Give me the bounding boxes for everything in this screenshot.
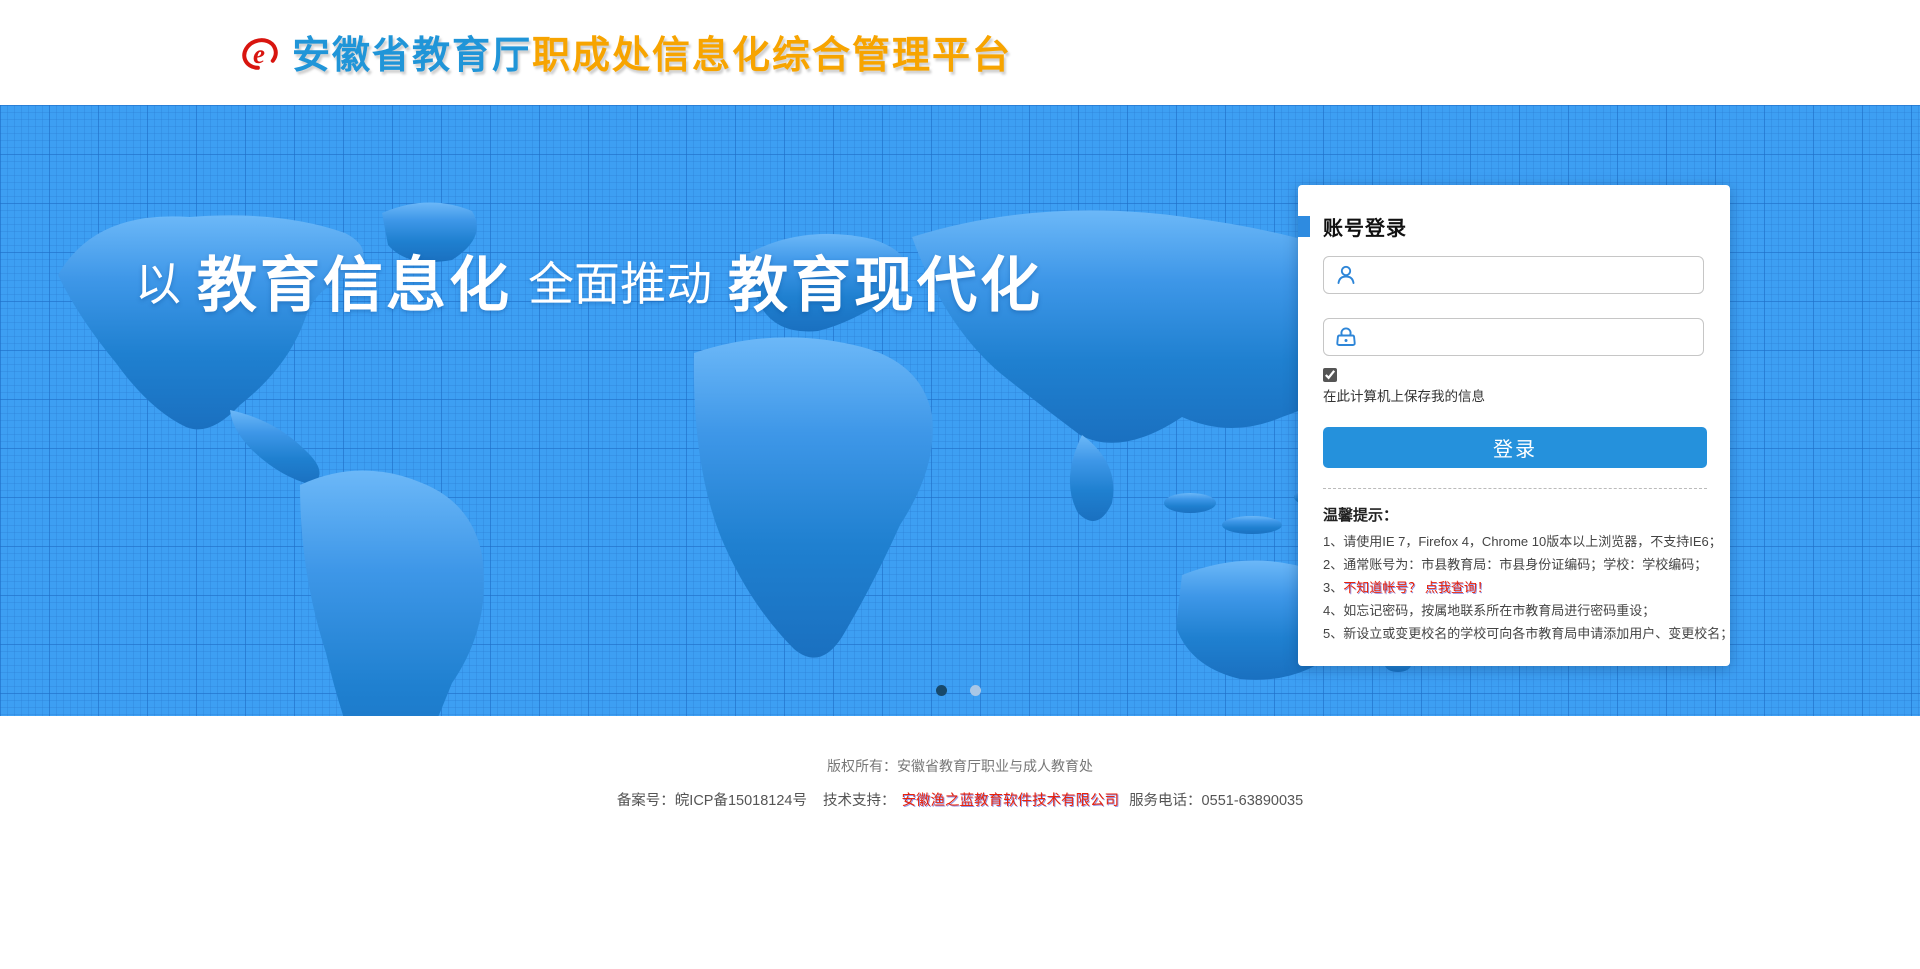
svg-text:e: e (253, 39, 265, 69)
brand: e 安徽省教育厅职成处信息化综合管理平台 (238, 24, 1012, 79)
remember-label[interactable]: 在此计算机上保存我的信息 (1323, 385, 1485, 405)
logo-e-swirl-icon: e (238, 26, 282, 78)
user-icon (1334, 263, 1358, 287)
tip-item-1: 1、请使用IE 7，Firefox 4，Chrome 10版本以上浏览器，不支持… (1323, 530, 1715, 553)
title-blue-part: 安徽省教育厅 (292, 35, 532, 77)
account-query-link[interactable]: 不知道帐号？ 点我查询！ (1343, 580, 1490, 595)
username-field-wrapper (1323, 256, 1704, 294)
footer: 版权所有：安徽省教育厅职业与成人教育处 备案号：皖ICP备15018124号 技… (0, 716, 1920, 810)
lock-icon (1334, 325, 1358, 349)
login-button[interactable]: 登录 (1323, 427, 1707, 468)
slogan-part-1: 以 (135, 248, 181, 314)
username-input[interactable] (1358, 258, 1703, 292)
carousel-dots (936, 685, 981, 696)
login-title: 账号登录 (1323, 212, 1407, 241)
slogan-part-3: 全面推动 (528, 248, 712, 314)
tip-item-4: 4、如忘记密码，按属地联系所在市教育局进行密码重设； (1323, 599, 1715, 622)
tips-title: 温馨提示： (1323, 504, 1398, 525)
password-input[interactable] (1358, 320, 1703, 354)
service-phone: 服务电话：0551-63890035 (1129, 793, 1303, 809)
icp-record: 备案号：皖ICP备15018124号 (617, 793, 807, 809)
tip-item-5: 5、新设立或变更校名的学校可向各市教育局申请添加用户、变更校名； (1323, 622, 1715, 645)
title-orange-part: 职成处信息化综合管理平台 (532, 35, 1012, 77)
hero-banner: 以 教育信息化 全面推动 教育现代化 账号登录 (0, 105, 1920, 716)
login-title-row: 账号登录 (1298, 212, 1407, 241)
title-marker (1298, 216, 1310, 237)
page: e 安徽省教育厅职成处信息化综合管理平台 (0, 0, 1920, 969)
carousel-dot-1[interactable] (936, 685, 947, 696)
header: e 安徽省教育厅职成处信息化综合管理平台 (0, 0, 1920, 105)
tech-support-label: 技术支持： (823, 793, 896, 809)
login-panel: 账号登录 在此计算机上保存我的信息 (1298, 185, 1730, 666)
tech-support-company-link[interactable]: 安徽渔之蓝教育软件技术有限公司 (902, 793, 1120, 809)
copyright-text: 版权所有：安徽省教育厅职业与成人教育处 (0, 756, 1920, 776)
footer-info-line: 备案号：皖ICP备15018124号 技术支持：安徽渔之蓝教育软件技术有限公司 … (0, 789, 1920, 810)
tips-list: 1、请使用IE 7，Firefox 4，Chrome 10版本以上浏览器，不支持… (1323, 530, 1715, 645)
password-field-wrapper (1323, 318, 1704, 356)
slogan-part-2: 教育信息化 (197, 237, 512, 324)
page-title: 安徽省教育厅职成处信息化综合管理平台 (292, 24, 1012, 79)
carousel-dot-2[interactable] (970, 685, 981, 696)
tip-3-number: 3、 (1323, 580, 1343, 595)
tip-item-2: 2、通常账号为：市县教育局：市县身份证编码；学校：学校编码； (1323, 553, 1715, 576)
remember-me: 在此计算机上保存我的信息 (1323, 368, 1485, 405)
divider (1323, 488, 1707, 489)
slogan-part-4: 教育现代化 (728, 237, 1043, 324)
tip-item-3: 3、不知道帐号？ 点我查询！ (1323, 576, 1715, 599)
remember-checkbox[interactable] (1323, 368, 1337, 382)
banner-slogan: 以 教育信息化 全面推动 教育现代化 (135, 237, 1043, 324)
